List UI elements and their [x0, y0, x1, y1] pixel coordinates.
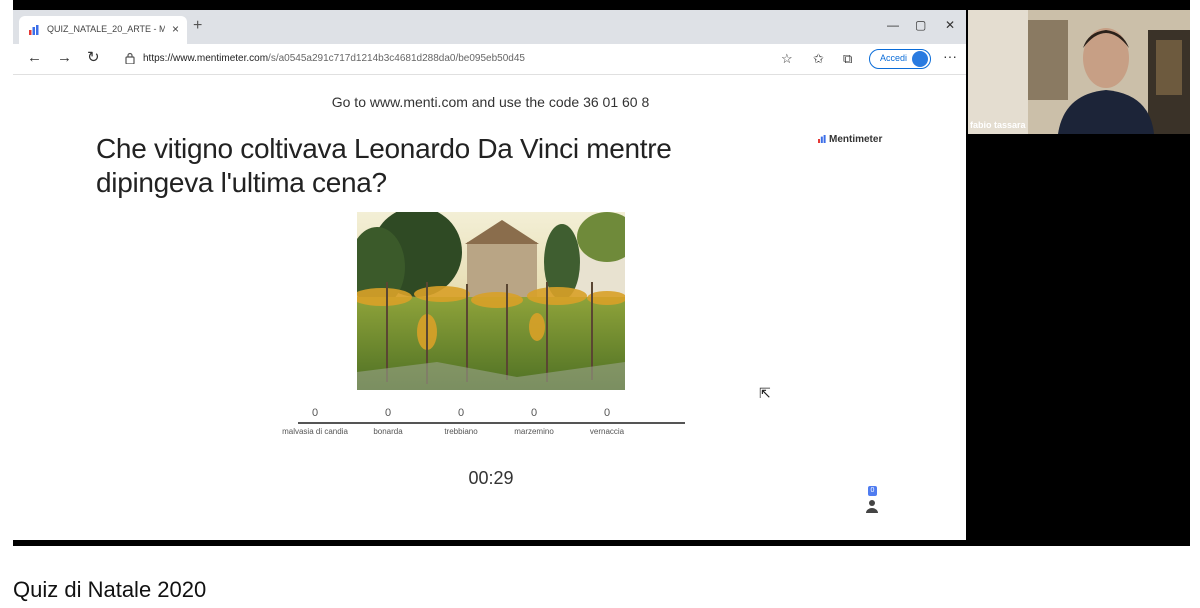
- url-field[interactable]: https://www.mentimeter.com/s/a0545a291c7…: [143, 53, 525, 64]
- collections-icon[interactable]: ⧉: [843, 51, 852, 67]
- result-count: 0: [311, 407, 319, 419]
- presenter-video: [968, 10, 1190, 134]
- results-axis: [298, 422, 685, 424]
- signin-label: Accedi: [880, 53, 908, 63]
- reload-icon[interactable]: ↻: [87, 50, 100, 66]
- vineyard-photo: [357, 212, 625, 390]
- result-count: 0: [603, 407, 611, 419]
- answer-option-label: vernaccia: [589, 427, 625, 436]
- countdown-timer: 00:29: [468, 468, 514, 488]
- browser-tab[interactable]: QUIZ_NATALE_20_ARTE - Mentim ×: [19, 16, 187, 44]
- participants-person-icon[interactable]: [864, 498, 880, 514]
- maximize-button[interactable]: ▢: [915, 18, 926, 32]
- result-count: 0: [384, 407, 392, 419]
- tab-title: QUIZ_NATALE_20_ARTE - Mentim: [47, 24, 165, 34]
- forward-arrow-icon[interactable]: →: [57, 50, 72, 66]
- favorite-star-icon[interactable]: ☆: [781, 51, 793, 67]
- mentimeter-logo: Mentimeter: [818, 134, 882, 145]
- new-tab-button[interactable]: +: [193, 18, 202, 34]
- url-path: /s/a0545a291c717d1214b3c4681d288da0/be09…: [268, 53, 525, 64]
- browser-window: QUIZ_NATALE_20_ARTE - Mentim × + — ▢ ✕ ←…: [13, 10, 966, 540]
- answer-option-label: bonarda: [373, 427, 403, 436]
- mentimeter-brand-text: Mentimeter: [829, 134, 883, 145]
- answer-option-label: marzemino: [514, 427, 554, 436]
- question-title: Che vitigno coltivava Leonardo Da Vinci …: [96, 133, 672, 198]
- tab-close-icon[interactable]: ×: [172, 22, 179, 36]
- participants-badge: 0: [868, 486, 877, 496]
- signin-button[interactable]: Accedi: [869, 49, 931, 69]
- mouse-cursor-icon: ⇱: [759, 385, 771, 401]
- tab-bar: QUIZ_NATALE_20_ARTE - Mentim × + — ▢ ✕: [13, 10, 966, 44]
- back-arrow-icon[interactable]: ←: [27, 50, 42, 66]
- lock-icon: [125, 52, 135, 64]
- mentimeter-slide: Go to www.menti.com and use the code 36 …: [83, 76, 898, 540]
- profile-avatar-icon: [912, 51, 928, 67]
- more-options-icon[interactable]: ···: [943, 48, 957, 64]
- address-bar: ← → ↻ https://www.mentimeter.com/s/a0545…: [13, 44, 966, 75]
- answer-option-label: trebbiano: [444, 427, 478, 436]
- url-host: https://www.mentimeter.com: [143, 53, 269, 64]
- favorites-list-icon[interactable]: ✩: [813, 51, 824, 67]
- participant-name: fabio tassara: [970, 120, 1026, 130]
- video-title: Quiz di Natale 2020: [13, 577, 207, 602]
- webcam-feed: fabio tassara: [968, 10, 1190, 134]
- join-instructions: Go to www.menti.com and use the code 36 …: [331, 94, 650, 110]
- answer-option-label: malvasia di candia: [282, 427, 348, 436]
- close-window-button[interactable]: ✕: [945, 18, 955, 32]
- result-count: 0: [530, 407, 538, 419]
- mentimeter-logo-icon: [818, 135, 826, 143]
- result-count: 0: [457, 407, 465, 419]
- video-player[interactable]: QUIZ_NATALE_20_ARTE - Mentim × + — ▢ ✕ ←…: [13, 0, 1190, 546]
- minimize-button[interactable]: —: [887, 18, 899, 32]
- mentimeter-favicon-icon: [29, 25, 39, 35]
